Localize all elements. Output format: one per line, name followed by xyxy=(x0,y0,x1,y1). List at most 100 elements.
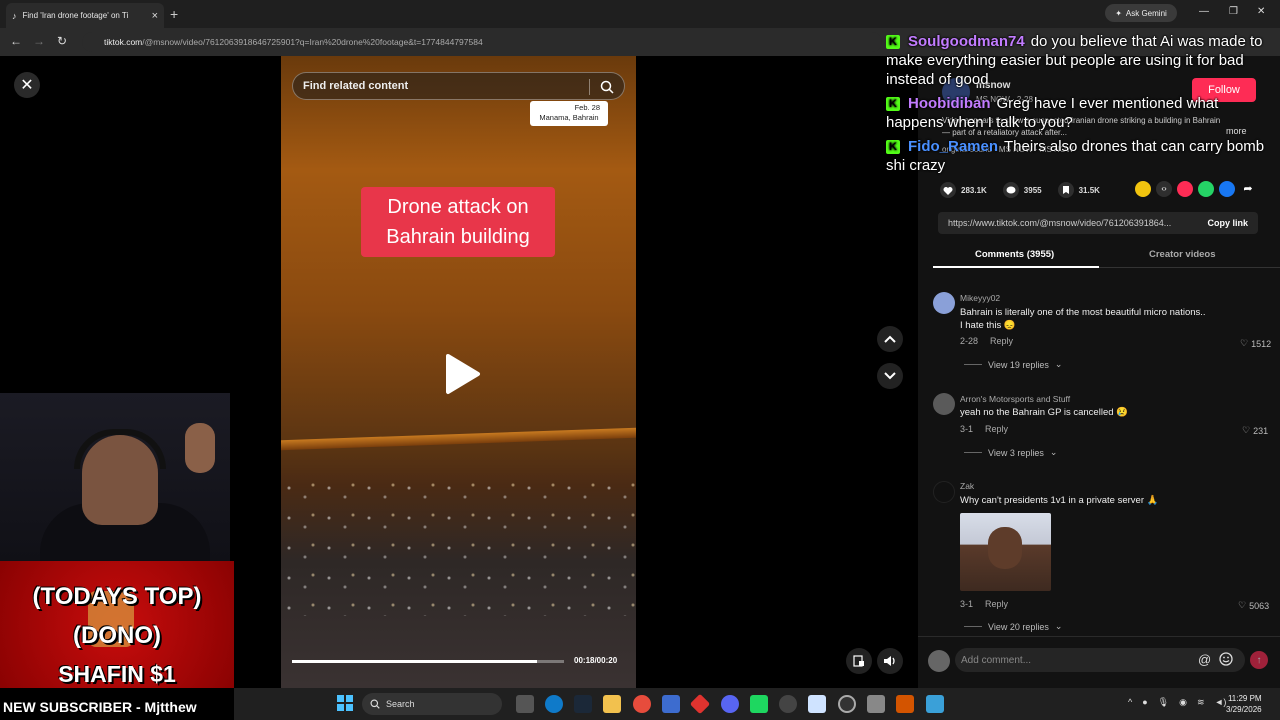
replies-divider xyxy=(964,452,982,453)
store-icon[interactable] xyxy=(662,695,680,713)
comment-action[interactable]: 3955 xyxy=(1002,182,1042,198)
next-video-button[interactable] xyxy=(877,363,903,389)
mic-icon[interactable]: 🎙 xyxy=(1158,697,1169,708)
obs-icon[interactable] xyxy=(838,695,856,713)
current-user-avatar xyxy=(928,650,950,672)
task-view-icon[interactable] xyxy=(516,695,534,713)
wifi-icon[interactable]: ≋ xyxy=(1197,697,1205,708)
share-link-field[interactable]: https://www.tiktok.com/@msnow/video/7612… xyxy=(938,212,1258,234)
tiktok-favicon-icon: ♪ xyxy=(12,10,17,21)
top-donation-banner: (TODAYS TOP) (DONO) SHAFIN $1 xyxy=(0,561,234,688)
comment-count: 3955 xyxy=(1023,185,1042,195)
mention-icon[interactable]: @ xyxy=(1198,652,1211,667)
facebook-icon[interactable] xyxy=(1219,181,1235,197)
comment-username[interactable]: Arron's Motorsports and Stuff xyxy=(960,394,1070,404)
notepad-icon[interactable] xyxy=(926,695,944,713)
play-icon[interactable] xyxy=(442,352,482,396)
new-subscriber-ticker: NEW SUBSCRIBER - Mjtthew xyxy=(0,697,234,720)
reload-icon[interactable]: ↻ xyxy=(57,34,67,48)
clock-date: 3/29/2026 xyxy=(1226,705,1262,714)
windows-start-icon[interactable] xyxy=(337,695,353,711)
gemini-sparkle-icon: ✦ xyxy=(1115,8,1122,18)
comment-image[interactable] xyxy=(960,513,1051,591)
copy-link-button[interactable]: Copy link xyxy=(1207,218,1248,228)
taskbar-clock[interactable]: 11:29 PM 3/29/2026 xyxy=(1226,693,1262,715)
file-explorer-icon[interactable] xyxy=(603,695,621,713)
window-close-icon[interactable]: ✕ xyxy=(1257,6,1265,17)
volume-button[interactable] xyxy=(877,648,903,674)
forward-icon[interactable]: → xyxy=(33,34,45,48)
ask-gemini-button[interactable]: ✦ Ask Gemini xyxy=(1105,4,1177,22)
comment-like[interactable]: ♡ 231 xyxy=(1242,425,1268,436)
app-gray-icon[interactable] xyxy=(867,695,885,713)
embed-icon[interactable]: ‹› xyxy=(1156,181,1172,197)
new-tab-button[interactable]: + xyxy=(170,6,178,22)
comment-date: 2-28 xyxy=(960,336,979,346)
comment-avatar[interactable] xyxy=(933,393,955,415)
emoji-icon[interactable] xyxy=(1219,652,1233,666)
comment-like[interactable]: ♡ 5063 xyxy=(1238,600,1269,611)
bookmark-icon xyxy=(1057,182,1074,198)
whatsapp-icon[interactable] xyxy=(1198,181,1214,197)
search-icon[interactable] xyxy=(600,80,614,94)
volume-icon[interactable]: ◄) xyxy=(1215,697,1227,708)
reply-button[interactable]: Reply xyxy=(985,599,1008,609)
comment-date: 3-1 xyxy=(960,599,974,609)
view-replies-label: View 3 replies xyxy=(988,447,1044,458)
video-frame-city-lights xyxy=(281,476,636,616)
maximize-icon[interactable]: ❐ xyxy=(1229,6,1238,17)
steam-icon[interactable] xyxy=(574,695,592,713)
network-icon[interactable]: ◉ xyxy=(1179,697,1187,708)
repost-icon[interactable] xyxy=(1135,181,1151,197)
chrome-icon[interactable] xyxy=(633,695,651,713)
app-green-icon[interactable] xyxy=(750,695,768,713)
view-replies-button[interactable]: View 3 replies ⌄ xyxy=(964,447,1057,458)
chat-message: K Soulgoodman74 do you believe that Ai was… xyxy=(886,32,1278,89)
url-host: tiktok.com xyxy=(104,37,143,47)
browser-tab[interactable]: ♪ Find 'Iran drone footage' on Ti × xyxy=(6,3,164,28)
dono-line-3: SHAFIN $1 xyxy=(58,661,176,687)
discord-icon[interactable] xyxy=(721,695,739,713)
comment-avatar[interactable] xyxy=(933,481,955,503)
url-bar[interactable]: tiktok.com/@msnow/video/7612063918646725… xyxy=(82,32,882,52)
like-action[interactable]: 283.1K xyxy=(940,182,987,198)
pip-icon xyxy=(853,655,864,667)
tab-close-icon[interactable]: × xyxy=(152,10,158,22)
comment-like[interactable]: ♡ 1512 xyxy=(1240,338,1271,349)
tray-app-icon[interactable]: ● xyxy=(1142,697,1147,708)
comment-username[interactable]: Zak xyxy=(960,481,974,491)
close-video-button[interactable]: ✕ xyxy=(14,72,40,98)
related-search-input[interactable]: Find related content xyxy=(292,72,625,100)
edge-icon[interactable] xyxy=(545,695,563,713)
send-comment-button[interactable]: ↑ xyxy=(1250,651,1268,669)
share-arrow-icon[interactable]: ➦ xyxy=(1240,181,1256,197)
reply-button[interactable]: Reply xyxy=(985,424,1008,434)
comment-like-count: 231 xyxy=(1253,425,1269,436)
pip-button[interactable] xyxy=(846,648,872,674)
taskbar-search-label: Search xyxy=(386,699,415,709)
view-replies-button[interactable]: View 20 replies ⌄ xyxy=(964,621,1062,632)
chevron-up-icon[interactable]: ^ xyxy=(1128,697,1132,708)
comment-username[interactable]: Mikeyyy02 xyxy=(960,293,1000,303)
back-icon[interactable]: ← xyxy=(10,34,22,48)
comment-meta: 3-1 Reply xyxy=(960,424,1008,434)
taskbar-search[interactable]: Search xyxy=(362,693,502,715)
reply-button[interactable]: Reply xyxy=(990,336,1013,346)
tab-creator-videos[interactable]: Creator videos xyxy=(1149,249,1216,260)
view-replies-button[interactable]: View 19 replies ⌄ xyxy=(964,359,1062,370)
tab-comments[interactable]: Comments (3955) xyxy=(975,249,1054,260)
app-blue-icon[interactable] xyxy=(808,695,826,713)
minimize-icon[interactable]: — xyxy=(1199,6,1209,17)
search-divider xyxy=(589,79,590,95)
app-gear-icon[interactable] xyxy=(779,695,797,713)
heart-outline-icon: ♡ xyxy=(1242,425,1251,435)
send-to-friend-icon[interactable] xyxy=(1177,181,1193,197)
app-orange-icon[interactable] xyxy=(896,695,914,713)
previous-video-button[interactable] xyxy=(877,326,903,352)
comment-avatar[interactable] xyxy=(933,292,955,314)
save-action[interactable]: 31.5K xyxy=(1057,182,1100,198)
chevron-up-icon xyxy=(884,335,896,343)
kick-badge-icon: K xyxy=(886,97,900,111)
close-icon: ✕ xyxy=(20,77,34,94)
chevron-down-icon: ⌄ xyxy=(1054,621,1063,631)
